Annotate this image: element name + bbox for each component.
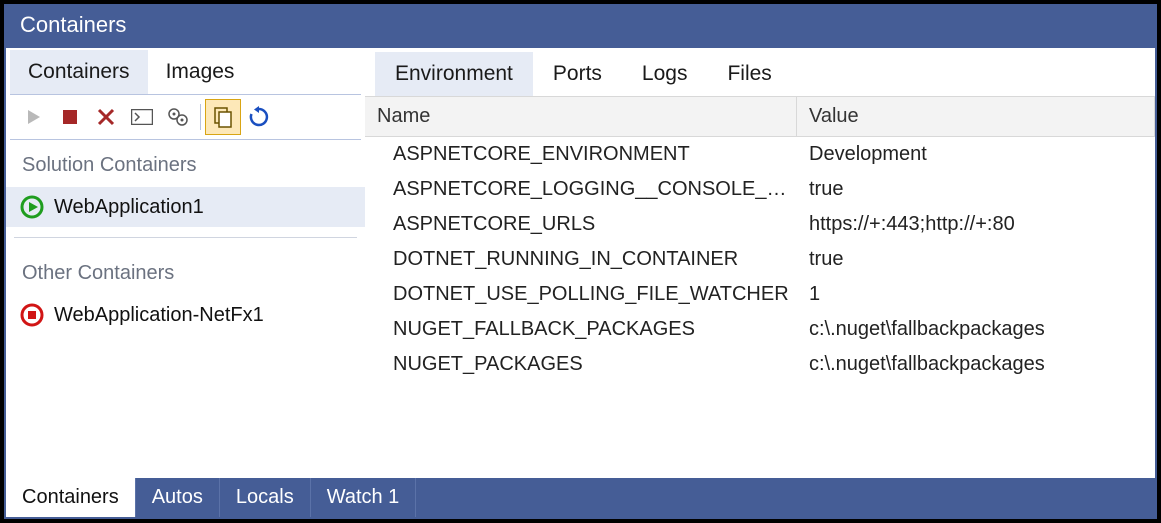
stop-button[interactable] <box>52 99 88 135</box>
copy-button[interactable] <box>205 99 241 135</box>
remove-button[interactable] <box>88 99 124 135</box>
stop-circle-icon <box>20 303 44 327</box>
tab-containers[interactable]: Containers <box>10 50 148 94</box>
env-name: ASPNETCORE_URLS <box>365 213 797 236</box>
container-toolbar <box>10 94 361 140</box>
start-button[interactable] <box>16 99 52 135</box>
env-row[interactable]: NUGET_PACKAGESc:\.nuget\fallbackpackages <box>365 347 1155 382</box>
env-name: DOTNET_USE_POLLING_FILE_WATCHER <box>365 283 797 306</box>
containers-tool-window: Containers Containers Images <box>4 4 1157 519</box>
env-row[interactable]: DOTNET_USE_POLLING_FILE_WATCHER1 <box>365 277 1155 312</box>
bottom-tool-tabs: Containers Autos Locals Watch 1 <box>6 478 1155 517</box>
tab-ports[interactable]: Ports <box>533 52 622 96</box>
group-solution-label: Solution Containers <box>6 140 365 187</box>
env-name: ASPNETCORE_ENVIRONMENT <box>365 143 797 166</box>
tab-logs[interactable]: Logs <box>622 52 708 96</box>
env-value: c:\.nuget\fallbackpackages <box>797 318 1155 341</box>
terminal-button[interactable] <box>124 99 160 135</box>
main-area: Containers Images <box>6 48 1155 478</box>
env-value: Development <box>797 143 1155 166</box>
settings-button[interactable] <box>160 99 196 135</box>
play-circle-icon <box>20 195 44 219</box>
env-value: true <box>797 178 1155 201</box>
container-item-label: WebApplication1 <box>54 196 204 219</box>
container-item-webapplication1[interactable]: WebApplication1 <box>6 187 365 227</box>
container-item-webapplication-netfx1[interactable]: WebApplication-NetFx1 <box>6 295 365 335</box>
bottom-tab-watch[interactable]: Watch 1 <box>311 478 417 517</box>
bottom-tab-containers[interactable]: Containers <box>6 478 136 517</box>
env-name: ASPNETCORE_LOGGING__CONSOLE__DISA… <box>365 178 797 201</box>
group-other-label: Other Containers <box>6 248 365 295</box>
group-divider <box>14 237 357 238</box>
env-name: DOTNET_RUNNING_IN_CONTAINER <box>365 248 797 271</box>
grid-header: Name Value <box>365 96 1155 137</box>
refresh-button[interactable] <box>241 99 277 135</box>
env-value: c:\.nuget\fallbackpackages <box>797 353 1155 376</box>
details-panel: Environment Ports Logs Files Name Value … <box>365 48 1155 478</box>
env-row[interactable]: DOTNET_RUNNING_IN_CONTAINERtrue <box>365 242 1155 277</box>
env-value: true <box>797 248 1155 271</box>
window-title: Containers <box>6 6 1155 48</box>
env-row[interactable]: NUGET_FALLBACK_PACKAGESc:\.nuget\fallbac… <box>365 312 1155 347</box>
env-row[interactable]: ASPNETCORE_LOGGING__CONSOLE__DISA…true <box>365 172 1155 207</box>
env-name: NUGET_PACKAGES <box>365 353 797 376</box>
env-row[interactable]: ASPNETCORE_URLShttps://+:443;http://+:80 <box>365 207 1155 242</box>
left-panel: Containers Images <box>6 48 365 478</box>
environment-grid: Name Value ASPNETCORE_ENVIRONMENTDevelop… <box>365 96 1155 478</box>
env-value: 1 <box>797 283 1155 306</box>
left-tabstrip: Containers Images <box>6 48 365 94</box>
env-value: https://+:443;http://+:80 <box>797 213 1155 236</box>
container-item-label: WebApplication-NetFx1 <box>54 304 264 327</box>
env-name: NUGET_FALLBACK_PACKAGES <box>365 318 797 341</box>
bottom-tab-locals[interactable]: Locals <box>220 478 311 517</box>
tab-images[interactable]: Images <box>148 50 253 94</box>
tab-files[interactable]: Files <box>707 52 791 96</box>
detail-tabstrip: Environment Ports Logs Files <box>365 48 1155 96</box>
tab-environment[interactable]: Environment <box>375 52 533 96</box>
column-header-name[interactable]: Name <box>365 97 797 136</box>
toolbar-separator <box>200 104 201 130</box>
bottom-tab-autos[interactable]: Autos <box>136 478 220 517</box>
env-row[interactable]: ASPNETCORE_ENVIRONMENTDevelopment <box>365 137 1155 172</box>
column-header-value[interactable]: Value <box>797 97 1155 136</box>
